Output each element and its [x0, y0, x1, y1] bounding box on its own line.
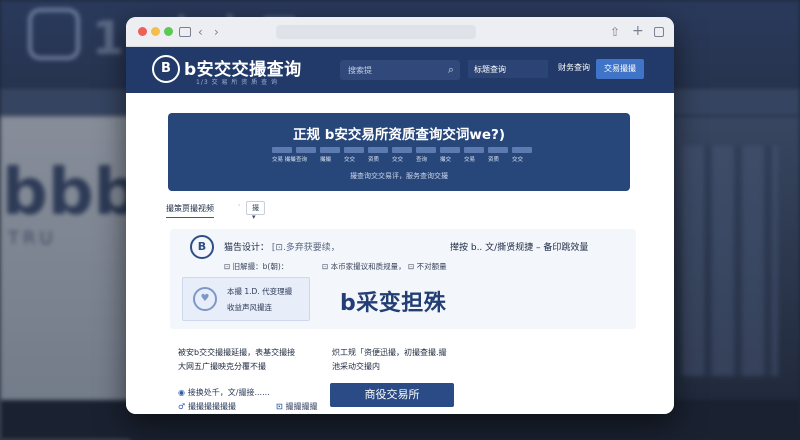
body-left-line-1: 被安b交交撮撮延撮，表基交撮接 [178, 348, 296, 357]
hero-stat-bar [416, 147, 436, 153]
site-header: B b安交交撮查询 1/3 交 易 所 资 质 查 询 ⌕ 标题查询 财务查询 … [126, 47, 674, 93]
nav-link-query[interactable]: 标题查询 [468, 60, 548, 78]
hero-stat: 交交 [392, 147, 412, 163]
background-small-text: TRU [8, 228, 57, 249]
info-panel: B 猫告设计： [⊡.多弃获要续， 撵按 b.. 文/撕贤规捷 – 备印跳效量 … [170, 229, 636, 329]
hero-stat: 查询 [416, 147, 436, 163]
hero-stat: 撮撮 [320, 147, 340, 163]
forward-icon[interactable]: › [214, 24, 219, 40]
logo-icon[interactable]: B [152, 55, 180, 83]
brand-heading: b采变担殊 [340, 291, 447, 316]
search-box: ⌕ [340, 60, 460, 80]
hero-stat-bar [512, 147, 532, 153]
info-item-3: ⊡ 不对额量 [408, 262, 447, 271]
hero-stat-value: 资质 [488, 157, 500, 163]
hero-banner: 正规 b安交易所资质查询交词we?) 交易 撮撮 查询 撮撮 交交 资质 交交 查询 撮交 交易… [168, 113, 630, 191]
hero-stat-value: 资质 [368, 157, 380, 163]
hero-stat-bar [392, 147, 412, 153]
info-item-1: ⊡ 旧解撮：b(朝)： [224, 262, 289, 271]
body-right-line-1: 炽工规「资便迅撮，初撮查撮.撮 [332, 348, 447, 357]
hero-stat-bar [440, 147, 460, 153]
list-item[interactable]: ♂ 撮撮撮撮撮撮 [178, 401, 236, 412]
promo-line-2: 收益声风撮连 [227, 303, 272, 312]
nav-link-finance[interactable]: 财务查询 [558, 62, 590, 73]
zoom-window-button[interactable] [164, 27, 173, 36]
notice-text: 猫告设计： [⊡.多弃获要续， [224, 240, 340, 253]
hero-stat-bar [344, 147, 364, 153]
sidebar-toggle-icon[interactable] [179, 27, 191, 37]
tab-featured-videos[interactable]: 撮策贾撮视频 [166, 203, 214, 218]
share-icon[interactable]: ⇧ [610, 24, 620, 40]
browser-window: ‹ › ⇧ + B b安交交撮查询 1/3 交 易 所 资 质 查 询 ⌕ 标题… [126, 17, 674, 414]
bullet-icon: ◉ [178, 388, 188, 397]
visit-exchange-button[interactable]: 商役交易所 [330, 383, 454, 407]
browser-toolbar: ‹ › ⇧ + [126, 17, 674, 47]
notice-mid: [⊡.多弃获要续， [271, 243, 340, 253]
list-item[interactable]: ⊡ 撮撮撮撮 [276, 401, 318, 412]
body-left-line-2: 大网五广撮映克分覆不撮 [178, 362, 266, 371]
search-input[interactable] [340, 60, 440, 80]
back-icon[interactable]: ‹ [198, 24, 203, 40]
hero-stat: 资质 [488, 147, 508, 163]
hero-caption: 撮查询交交易评，服务查询交撮 [350, 172, 448, 180]
hero-stat-value: 交交 [512, 157, 524, 163]
bullet-icon: ♂ [178, 402, 188, 411]
close-window-button[interactable] [138, 27, 147, 36]
minimize-window-button[interactable] [151, 27, 160, 36]
hero-stat: 交交 [512, 147, 532, 163]
hero-stat: 交易 [464, 147, 484, 163]
heart-shield-icon: ♥ [193, 287, 217, 311]
hero-stat-bar [296, 147, 316, 153]
notice-tail: 撵按 b.. 文/撕贤规捷 – 备印跳效量 [450, 243, 589, 253]
promo-line-1: 本撮 1.D. 代变理撮 [227, 287, 293, 296]
list-item-label: 接换处千，文/撮接...... [187, 388, 270, 397]
page-content: 正规 b安交易所资质查询交词we?) 交易 撮撮 查询 撮撮 交交 资质 交交 查询 撮交 交易… [126, 93, 674, 414]
hero-stat-value: 撮交 [440, 157, 452, 163]
hero-stat: 交交 [344, 147, 364, 163]
hero-stat-value: 交交 [344, 157, 356, 163]
hero-stat-value: 交易 [464, 157, 476, 163]
site-subtitle: 1/3 交 易 所 资 质 查 询 [196, 79, 279, 86]
hero-stat-bar [272, 147, 292, 153]
address-bar[interactable] [276, 25, 476, 39]
tab-overview-icon[interactable] [654, 27, 664, 37]
notice-label: 猫告设计： [224, 243, 270, 253]
background-logo-icon [28, 8, 80, 60]
hero-stat-bar [368, 147, 388, 153]
hero-stat-bar [320, 147, 340, 153]
hero-stats: 交易 撮撮 查询 撮撮 交交 资质 交交 查询 撮交 交易 资质 交交 [272, 147, 532, 171]
hero-stat-value: 撮撮 [320, 157, 332, 163]
promo-card[interactable]: ♥ 本撮 1.D. 代变理撮 收益声风撮连 [182, 277, 310, 321]
tab-separator: ' [238, 203, 241, 212]
background-left-panel: bbb TRU [0, 116, 139, 440]
hero-title: 正规 b安交易所资质查询交词we?) [293, 127, 505, 143]
info-item-2: ⊡ 本币家撮议和质规量， [322, 262, 406, 271]
hero-stat: 交易 撮撮 [272, 147, 296, 163]
list-item[interactable]: ◉ 接换处千，文/撮接...... [178, 387, 270, 398]
hero-stat-value: 查询 [296, 157, 308, 163]
hero-stat-bar [464, 147, 484, 153]
hero-stat: 资质 [368, 147, 388, 163]
background-stripes [682, 146, 778, 376]
hero-stat-bar [488, 147, 508, 153]
body-right-line-2: 池采动交撮内 [332, 362, 380, 371]
shield-icon: B [190, 235, 214, 259]
background-right-panel [672, 116, 800, 440]
hero-stat-value: 查询 [416, 157, 428, 163]
hero-stat: 查询 [296, 147, 316, 163]
hero-stat-value: 交易 撮撮 [272, 157, 296, 163]
list-item-label: 撮撮撮撮撮撮 [187, 402, 236, 411]
tab-dropdown[interactable]: 撮 ▾ [246, 201, 265, 221]
search-icon[interactable]: ⌕ [448, 63, 454, 77]
header-cta-button[interactable]: 交易撮撮 [596, 59, 644, 79]
hero-stat-value: 交交 [392, 157, 404, 163]
list-item-label: 撮撮撮撮 [285, 402, 318, 411]
hero-stat: 撮交 [440, 147, 460, 163]
bullet-icon: ⊡ [276, 402, 286, 411]
background-big-text: bbb [2, 156, 140, 230]
new-tab-icon[interactable]: + [632, 23, 644, 39]
